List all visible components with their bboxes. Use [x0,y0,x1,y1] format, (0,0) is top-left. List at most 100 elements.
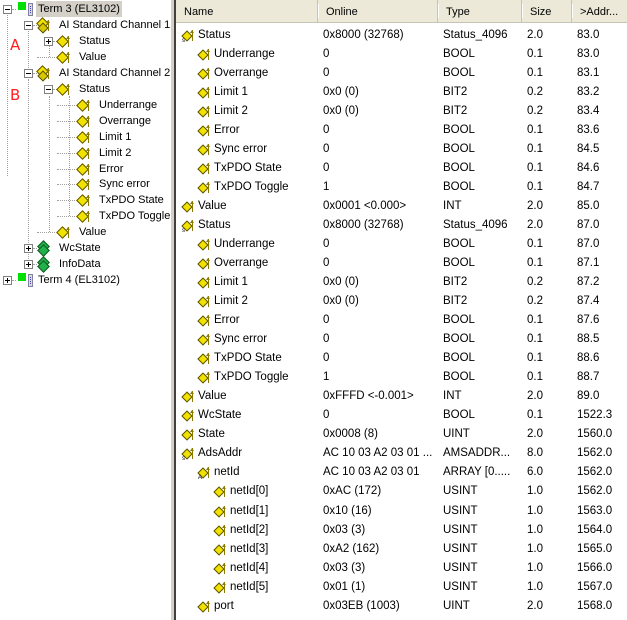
tree-node[interactable]: AI Standard Channel 2 [36,65,172,82]
cell-address: 87.1 [577,257,600,270]
table-row[interactable]: AnetId AC 10 03 A2 03 01 ARRAY [0..... 6.0 1… [176,463,627,482]
collapse-icon[interactable] [24,69,33,78]
cell-size: 8.0 [527,447,543,460]
tree-node[interactable]: TxPDO State [76,192,166,208]
table-row[interactable]: TxPDO State 0 BOOL 0.1 88.6 [176,349,627,368]
cell-size: 2.0 [527,219,543,232]
cell-size: 6.0 [527,466,543,479]
table-row[interactable]: s Status 0x8000 (32768) Status_4096 2.0 87.0 [176,216,627,235]
table-row[interactable]: State 0x0008 (8) UINT 2.0 1560.0 [176,425,627,444]
expand-icon[interactable] [3,276,12,285]
column-header-online[interactable]: Online [318,0,439,22]
table-row[interactable]: Limit 1 0x0 (0) BIT2 0.2 83.2 [176,83,627,102]
tree-node[interactable]: Underrange [76,97,159,113]
tree-node[interactable]: InfoData [37,256,103,273]
expand-icon[interactable] [24,260,33,269]
cell-online: 1 [323,371,330,384]
table-row[interactable]: Value 0x0001 <0.000> INT 2.0 85.0 [176,197,627,216]
tree-node[interactable]: Overrange [76,113,153,129]
table-row[interactable]: Limit 1 0x0 (0) BIT2 0.2 87.2 [176,273,627,292]
collapse-icon[interactable] [3,5,12,14]
tree-node[interactable]: Value [56,224,108,240]
column-header-type[interactable]: Type [438,0,523,22]
cell-address: 1562.0 [577,466,613,479]
tree-connector [57,153,75,154]
column-header-name[interactable]: Name [176,0,319,22]
table-row[interactable]: Overrange 0 BOOL 0.1 87.1 [176,254,627,273]
struct-variable-icon [56,33,77,49]
cell-size: 2.0 [527,599,543,612]
annotation-marker-a: A [10,36,21,54]
tree-node[interactable]: Error [76,161,125,177]
expand-icon[interactable] [44,37,53,46]
table-row[interactable]: TxPDO State 0 BOOL 0.1 84.6 [176,159,627,178]
table-row[interactable]: netId[2] 0x03 (3) USINT 1.0 1564.0 [176,521,627,540]
column-header-size[interactable]: Size [522,0,573,22]
variable-icon [56,49,77,65]
expand-icon[interactable] [24,244,33,253]
cell-name: port [214,599,234,612]
table-row[interactable]: Error 0 BOOL 0.1 87.6 [176,311,627,330]
variable-icon [76,161,97,177]
table-row[interactable]: port 0x03EB (1003) UINT 2.0 1568.0 [176,597,627,616]
tree-node[interactable]: Limit 2 [76,145,133,161]
cell-size: 0.2 [527,86,543,99]
table-row[interactable]: WcState 0 BOOL 0.1 1522.3 [176,406,627,425]
table-row[interactable]: Limit 2 0x0 (0) BIT2 0.2 87.4 [176,292,627,311]
var-icon [197,239,212,251]
table-row[interactable]: netId[3] 0xA2 (162) USINT 1.0 1565.0 [176,540,627,559]
tree-node[interactable]: Limit 1 [76,129,133,145]
tree-connector [57,200,75,201]
cell-type: BOOL [443,181,475,194]
cell-type: BOOL [443,162,475,175]
table-row[interactable]: Value 0xFFFD <-0.001> INT 2.0 89.0 [176,387,627,406]
table-row[interactable]: s AdsAddr AC 10 03 A2 03 01 ... AMSADDR... 8… [176,444,627,463]
table-row[interactable]: Limit 2 0x0 (0) BIT2 0.2 83.4 [176,102,627,121]
tree-node[interactable]: Term 3 (EL3102) [16,1,122,17]
tree-node[interactable]: Value [56,49,108,65]
cell-size: 2.0 [527,200,543,213]
cell-address: 1522.3 [577,409,613,422]
variable-icon [76,129,97,145]
tree-node[interactable]: Sync error [76,176,152,192]
tree-node[interactable]: Status [56,81,112,97]
tree-node[interactable]: Status [56,33,112,49]
var-icon [197,277,212,289]
table-row[interactable]: Sync error 0 BOOL 0.1 88.5 [176,330,627,349]
cell-size: 1.0 [527,580,543,593]
table-row[interactable]: Overrange 0 BOOL 0.1 83.1 [176,64,627,83]
tree-node[interactable]: AI Standard Channel 1 [36,17,172,34]
io-tree-view[interactable]: A B Term 3 (EL3102) AI Standard Channel 1… [0,0,170,620]
cell-size: 2.0 [527,29,543,41]
collapse-icon[interactable] [44,85,53,94]
table-row[interactable]: netId[1] 0x10 (16) USINT 1.0 1563.0 [176,502,627,521]
tree-node[interactable]: TxPDO Toggle [76,208,172,224]
table-row[interactable]: netId[5] 0x01 (1) USINT 1.0 1567.0 [176,578,627,597]
table-row[interactable]: TxPDO Toggle 1 BOOL 0.1 88.7 [176,368,627,387]
variable-list-view[interactable]: Name Online Type Size >Addr... s Status 0x… [176,0,627,620]
table-row[interactable]: Underrange 0 BOOL 0.1 87.0 [176,235,627,254]
cell-address: 83.6 [577,124,600,137]
tree-node-label: Underrange [99,99,158,111]
table-row[interactable]: Underrange 0 BOOL 0.1 83.0 [176,45,627,64]
var-icon [181,410,196,423]
tree-node[interactable]: Term 4 (EL3102) [16,272,122,288]
cell-address: 1565.0 [577,542,613,555]
table-row[interactable]: netId[4] 0x03 (3) USINT 1.0 1566.0 [176,559,627,578]
variable-icon [76,97,97,113]
var-icon [197,334,212,346]
tree-node[interactable]: WcState [37,240,103,257]
table-row[interactable]: Error 0 BOOL 0.1 83.6 [176,121,627,140]
cell-name: netId[3] [230,542,269,555]
table-row[interactable]: Sync error 0 BOOL 0.1 84.5 [176,140,627,159]
collapse-icon[interactable] [24,21,33,30]
tree-connector [69,96,70,216]
table-row[interactable]: s Status 0x8000 (32768) Status_4096 2.0 83.0 [176,26,627,45]
cell-online: 0 [323,162,330,175]
cell-online: 0xFFFD <-0.001> [323,390,414,403]
table-row[interactable]: netId[0] 0xAC (172) USINT 1.0 1562.0 [176,482,627,501]
table-row[interactable]: TxPDO Toggle 1 BOOL 0.1 84.7 [176,178,627,197]
tree-connector [57,121,75,122]
cell-type: BOOL [443,333,475,346]
column-header-address[interactable]: >Addr... [572,0,627,22]
